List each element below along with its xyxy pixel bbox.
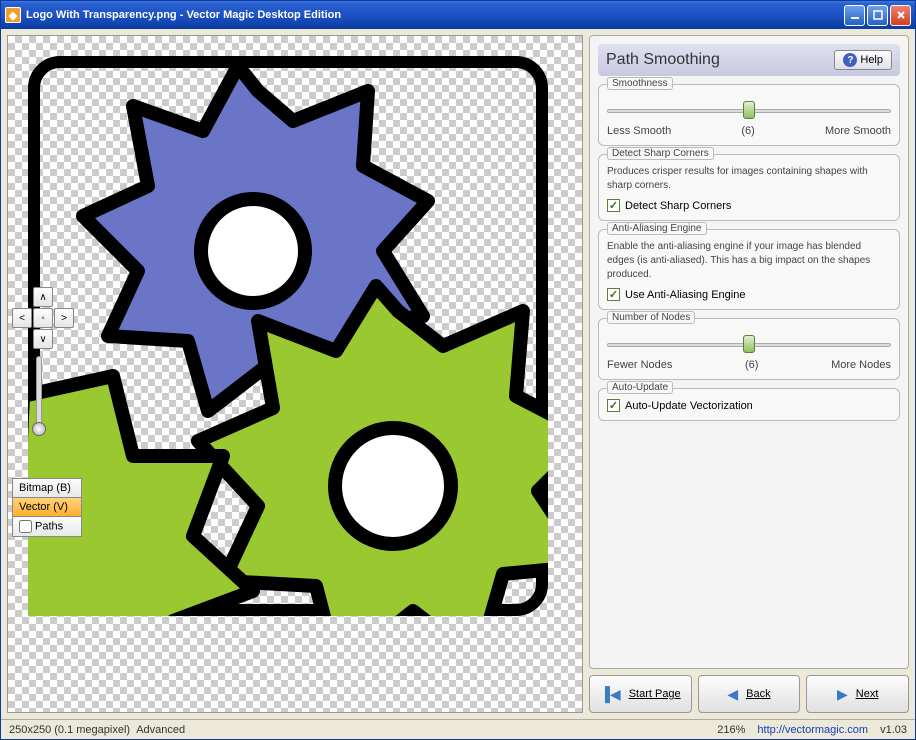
status-version: v1.03 xyxy=(880,724,907,736)
start-icon: ▐◀ xyxy=(600,686,621,703)
website-link[interactable]: http://vectormagic.com xyxy=(757,724,868,736)
paths-checkbox[interactable] xyxy=(19,520,32,533)
next-button[interactable]: ▶Next xyxy=(806,675,909,713)
smoothness-thumb[interactable] xyxy=(743,101,755,119)
help-button[interactable]: ? Help xyxy=(834,50,892,70)
zoom-thumb[interactable] xyxy=(32,422,46,436)
anti-aliasing-checkbox[interactable]: ✓ xyxy=(607,288,620,301)
auto-update-group: Auto-Update ✓Auto-Update Vectorization xyxy=(598,388,900,421)
window-title: Logo With Transparency.png - Vector Magi… xyxy=(26,9,844,21)
status-bar: 250x250 (0.1 megapixel) Advanced 216% ht… xyxy=(1,719,915,739)
status-zoom: 216% xyxy=(717,724,745,736)
nodes-slider[interactable] xyxy=(607,335,891,355)
canvas[interactable]: ∧ ⛶ < ◦ > ∨ Bitmap (B) Vector (V) Paths xyxy=(7,35,583,713)
pan-up-button[interactable]: ∧ xyxy=(33,287,53,307)
smoothness-group: Smoothness Less Smooth(6)More Smooth xyxy=(598,84,900,146)
help-icon: ? xyxy=(843,53,857,67)
close-button[interactable] xyxy=(890,5,911,26)
pan-center-button[interactable]: ◦ xyxy=(33,308,53,328)
maximize-button[interactable] xyxy=(867,5,888,26)
next-icon: ▶ xyxy=(837,686,848,703)
tab-paths[interactable]: Paths xyxy=(12,516,82,537)
pan-left-button[interactable]: < xyxy=(12,308,32,328)
pan-right-button[interactable]: > xyxy=(54,308,74,328)
view-tabs: Bitmap (B) Vector (V) Paths xyxy=(12,478,82,536)
nodes-group: Number of Nodes Fewer Nodes(6)More Nodes xyxy=(598,318,900,380)
settings-panel: Path Smoothing ? Help Smoothness Less Sm… xyxy=(589,35,909,669)
app-icon: ◆ xyxy=(5,7,21,23)
panel-title: Path Smoothing xyxy=(606,51,720,69)
smoothness-slider[interactable] xyxy=(607,101,891,121)
auto-update-checkbox[interactable]: ✓ xyxy=(607,399,620,412)
titlebar: ◆ Logo With Transparency.png - Vector Ma… xyxy=(1,1,915,29)
pan-down-button[interactable]: ∨ xyxy=(33,329,53,349)
nodes-thumb[interactable] xyxy=(743,335,755,353)
anti-aliasing-group: Anti-Aliasing Engine Enable the anti-ali… xyxy=(598,229,900,310)
sharp-corners-checkbox[interactable]: ✓ xyxy=(607,199,620,212)
preview-artwork xyxy=(28,56,548,616)
zoom-slider[interactable] xyxy=(36,356,42,436)
back-button[interactable]: ◀Back xyxy=(698,675,801,713)
back-icon: ◀ xyxy=(727,686,738,703)
nav-pad: ∧ ⛶ < ◦ > ∨ xyxy=(12,287,74,349)
tab-vector[interactable]: Vector (V) xyxy=(12,497,82,517)
sharp-corners-group: Detect Sharp Corners Produces crisper re… xyxy=(598,154,900,221)
minimize-button[interactable] xyxy=(844,5,865,26)
start-page-button[interactable]: ▐◀Start Page xyxy=(589,675,692,713)
tab-bitmap[interactable]: Bitmap (B) xyxy=(12,478,82,498)
